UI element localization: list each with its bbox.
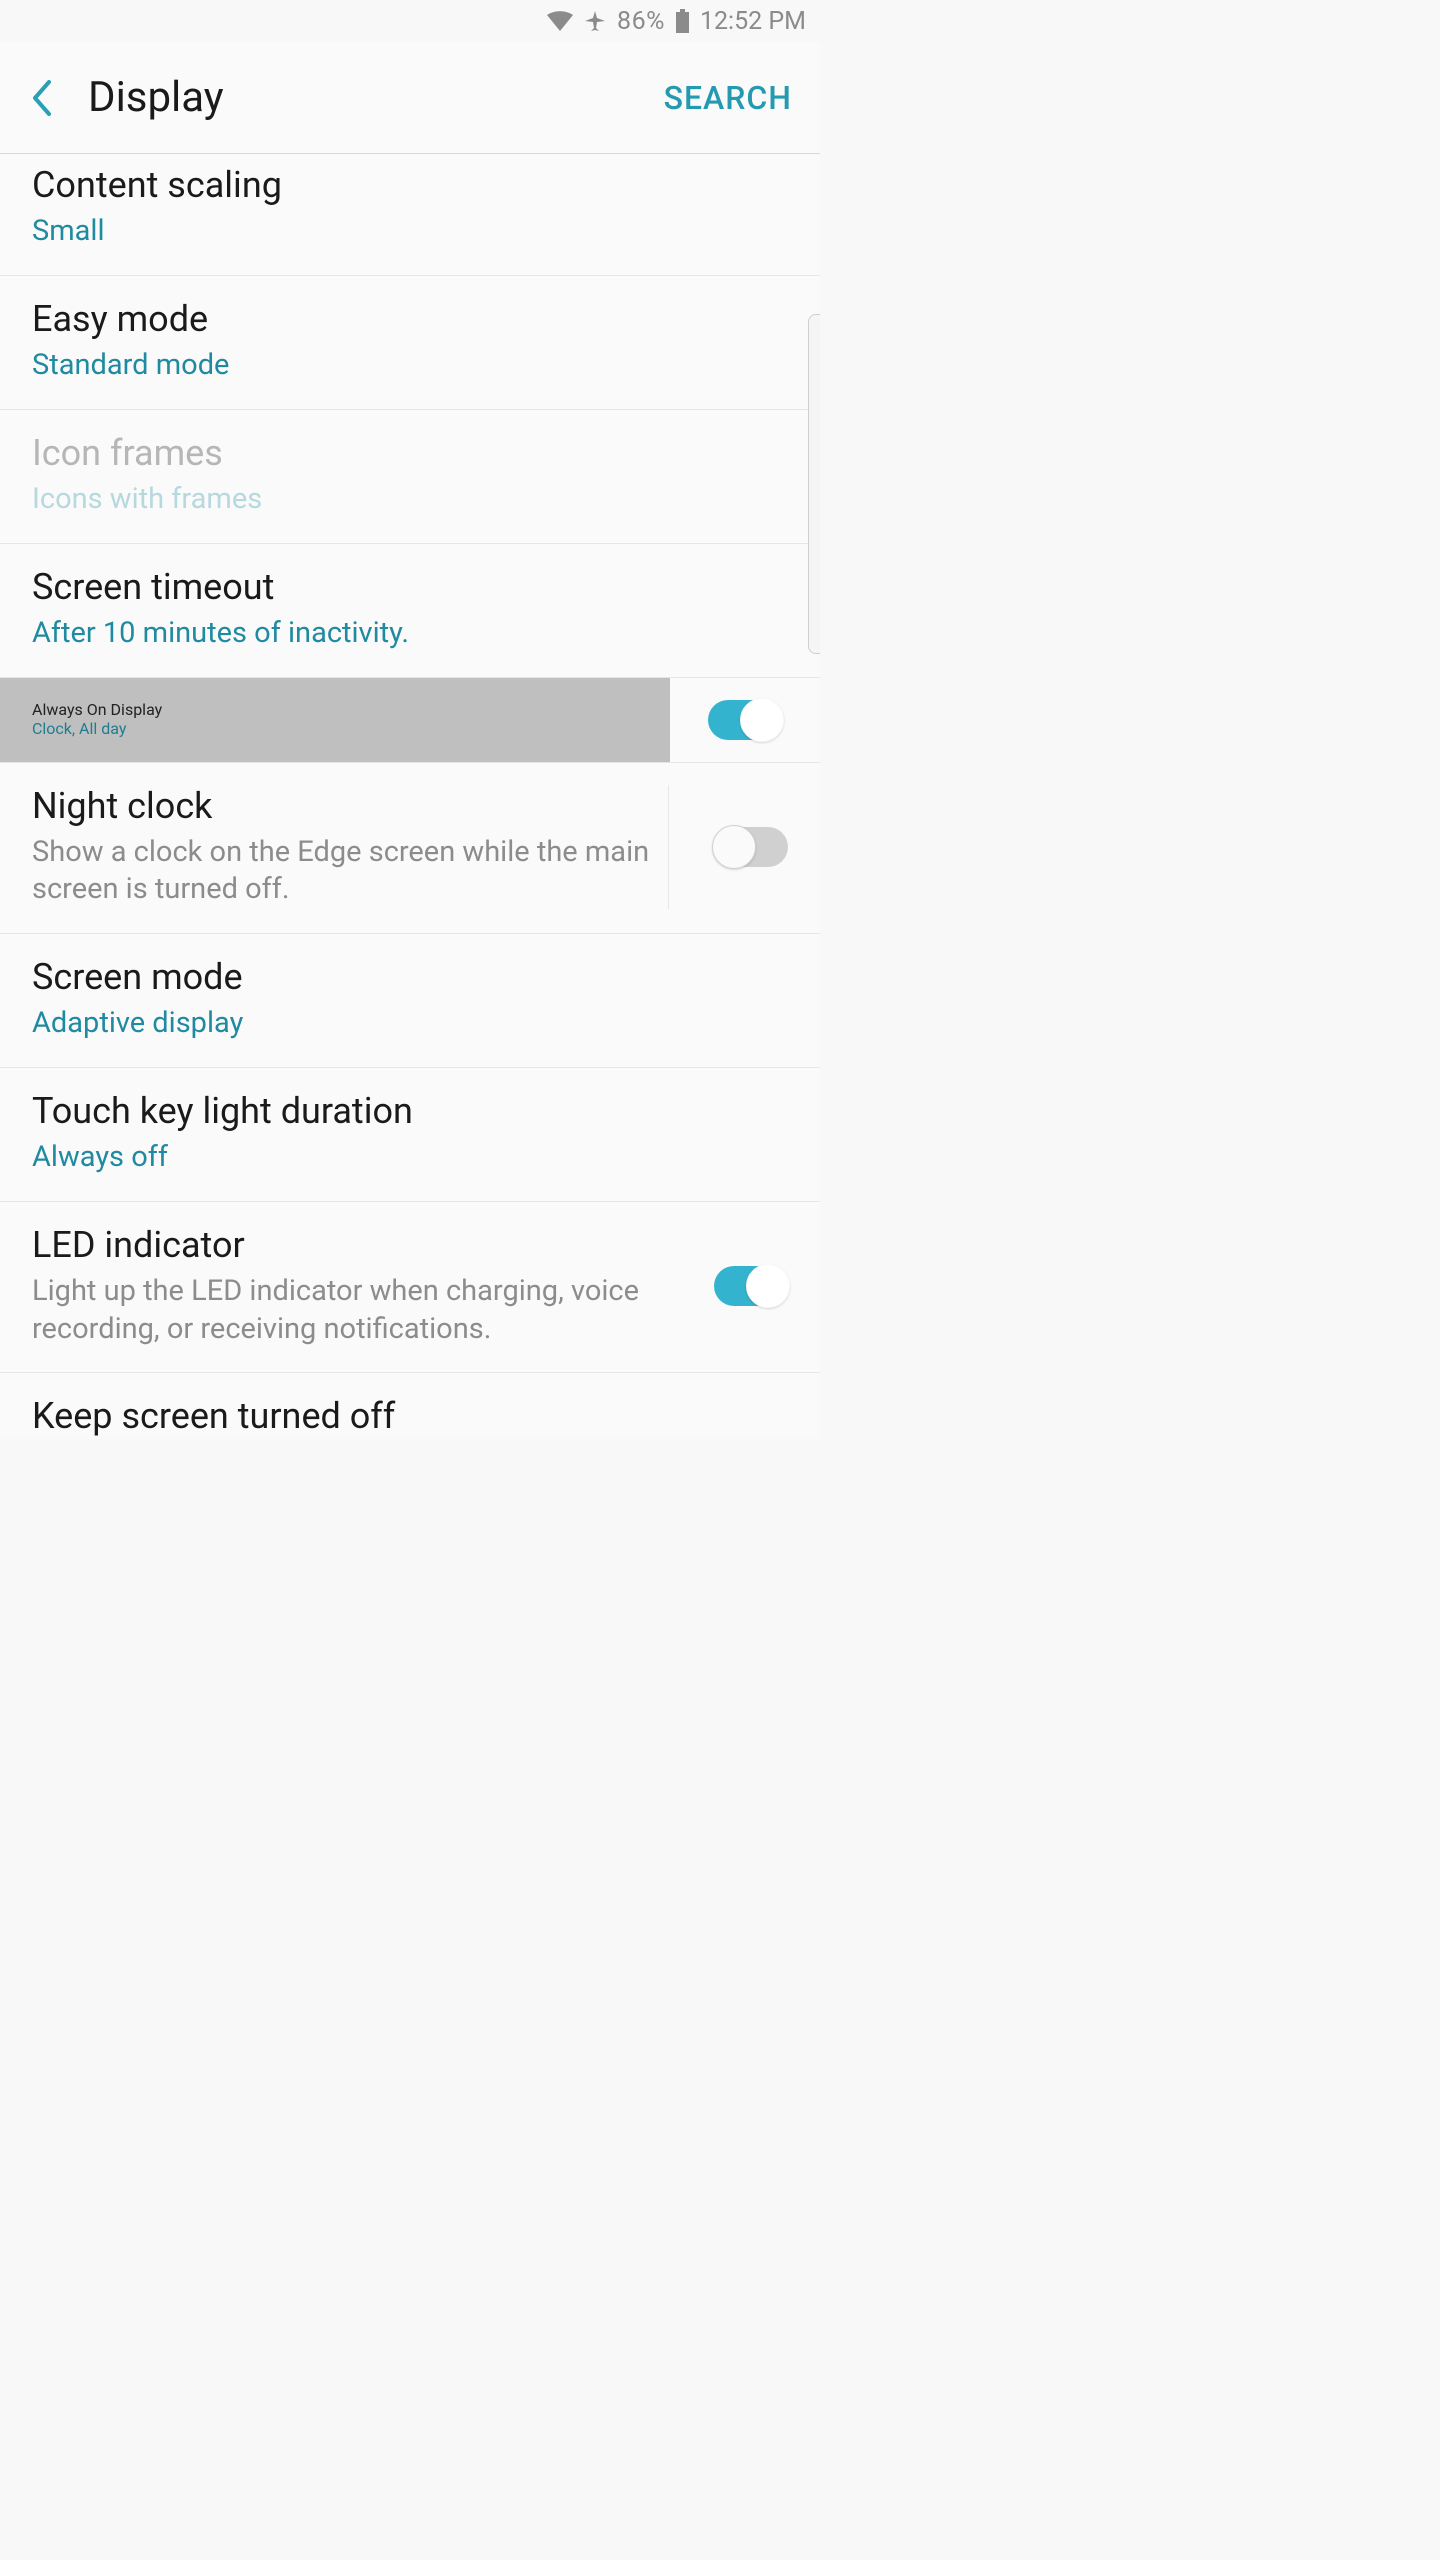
item-night-clock[interactable]: Night clock Show a clock on the Edge scr… xyxy=(0,763,820,935)
item-led-indicator[interactable]: LED indicator Light up the LED indicator… xyxy=(0,1202,820,1374)
battery-percentage: 86% xyxy=(617,7,665,36)
item-title: LED indicator xyxy=(32,1224,668,1267)
item-title: Night clock xyxy=(32,785,668,828)
settings-list: Content scaling Small Easy mode Standard… xyxy=(0,154,820,1439)
item-title: Screen mode xyxy=(32,956,788,999)
back-icon[interactable] xyxy=(24,78,60,118)
toggle-led-indicator[interactable] xyxy=(714,1266,788,1306)
item-subtitle: Icons with frames xyxy=(32,481,788,519)
search-button[interactable]: SEARCH xyxy=(664,79,792,117)
item-keep-screen-off[interactable]: Keep screen turned off xyxy=(0,1373,820,1438)
item-title: Always On Display xyxy=(32,700,638,719)
item-subtitle: Clock, All day xyxy=(32,719,638,738)
item-subtitle: After 10 minutes of inactivity. xyxy=(32,615,788,653)
item-title: Screen timeout xyxy=(32,566,788,609)
item-subtitle: Small xyxy=(32,213,788,251)
app-bar: Display SEARCH xyxy=(0,42,820,154)
item-screen-mode[interactable]: Screen mode Adaptive display xyxy=(0,934,820,1068)
toggle-night-clock[interactable] xyxy=(714,827,788,867)
item-title: Easy mode xyxy=(32,298,788,341)
item-easy-mode[interactable]: Easy mode Standard mode xyxy=(0,276,820,410)
item-title: Icon frames xyxy=(32,432,788,475)
item-title: Content scaling xyxy=(32,164,788,207)
item-subtitle: Show a clock on the Edge screen while th… xyxy=(32,834,668,909)
battery-icon xyxy=(675,9,690,33)
clock-time: 12:52 PM xyxy=(700,7,806,36)
toggle-always-on-display[interactable] xyxy=(708,700,782,740)
item-subtitle: Standard mode xyxy=(32,347,788,385)
item-touch-key-light[interactable]: Touch key light duration Always off xyxy=(0,1068,820,1202)
item-subtitle: Always off xyxy=(32,1139,788,1177)
wifi-icon xyxy=(547,11,573,31)
status-bar: 86% 12:52 PM xyxy=(0,0,820,42)
item-subtitle: Light up the LED indicator when charging… xyxy=(32,1273,668,1348)
page-title: Display xyxy=(88,73,664,122)
item-title: Touch key light duration xyxy=(32,1090,788,1133)
item-content-scaling[interactable]: Content scaling Small xyxy=(0,154,820,276)
item-screen-timeout[interactable]: Screen timeout After 10 minutes of inact… xyxy=(0,544,820,678)
item-always-on-display[interactable]: Always On Display Clock, All day xyxy=(0,678,820,763)
airplane-mode-icon xyxy=(583,9,607,33)
item-title: Keep screen turned off xyxy=(32,1395,788,1438)
scroll-handle[interactable] xyxy=(808,314,820,654)
item-subtitle: Adaptive display xyxy=(32,1005,788,1043)
item-icon-frames: Icon frames Icons with frames xyxy=(0,410,820,544)
